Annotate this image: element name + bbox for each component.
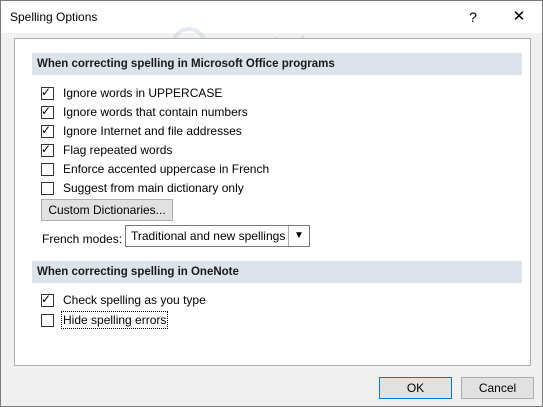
- option-flag-repeated[interactable]: ✓ Flag repeated words: [41, 142, 172, 158]
- onenote-section-header: When correcting spelling in OneNote: [32, 261, 522, 283]
- option-main-dictionary[interactable]: Suggest from main dictionary only: [41, 180, 244, 196]
- option-label: Flag repeated words: [63, 143, 173, 157]
- option-label: Hide spelling errors: [60, 311, 169, 329]
- option-label: Suggest from main dictionary only: [63, 181, 244, 195]
- option-ignore-internet[interactable]: ✓ Ignore Internet and file addresses: [41, 123, 242, 139]
- help-icon[interactable]: ?: [463, 7, 483, 27]
- checkbox[interactable]: ✓: [41, 141, 54, 157]
- checkbox[interactable]: [41, 162, 54, 176]
- title-bar: Spelling Options ? ✕: [1, 1, 542, 33]
- close-icon[interactable]: ✕: [501, 7, 537, 27]
- ok-button[interactable]: OK: [379, 377, 452, 399]
- french-modes-value: Traditional and new spellings: [131, 229, 286, 243]
- dialog-title: Spelling Options: [10, 10, 98, 24]
- checkbox[interactable]: ✓: [41, 84, 54, 100]
- checkbox[interactable]: ✓: [41, 103, 54, 119]
- checkbox[interactable]: ✓: [41, 291, 54, 307]
- checkmark-icon: ✓: [41, 122, 52, 137]
- checkmark-icon: ✓: [41, 84, 52, 99]
- option-label: Ignore Internet and file addresses: [63, 124, 242, 138]
- spelling-options-dialog: Spelling Options ? ✕ uantrimang When cor…: [0, 0, 543, 407]
- checkbox[interactable]: [41, 313, 54, 327]
- option-enforce-accented[interactable]: Enforce accented uppercase in French: [41, 161, 269, 177]
- french-modes-label: French modes:: [42, 232, 123, 246]
- option-label: Ignore words that contain numbers: [63, 105, 248, 119]
- option-ignore-numbers[interactable]: ✓ Ignore words that contain numbers: [41, 104, 248, 120]
- cancel-button[interactable]: Cancel: [461, 377, 534, 399]
- checkbox[interactable]: [41, 181, 54, 195]
- custom-dictionaries-button[interactable]: Custom Dictionaries...: [41, 199, 173, 221]
- option-label: Ignore words in UPPERCASE: [63, 86, 223, 100]
- office-section-header: When correcting spelling in Microsoft Of…: [32, 53, 522, 75]
- checkbox[interactable]: ✓: [41, 122, 54, 138]
- french-modes-select[interactable]: Traditional and new spellings ▼: [125, 225, 310, 247]
- checkmark-icon: ✓: [41, 141, 52, 156]
- checkmark-icon: ✓: [41, 103, 52, 118]
- option-label: Enforce accented uppercase in French: [63, 162, 270, 176]
- option-label: Check spelling as you type: [63, 293, 206, 307]
- chevron-down-icon[interactable]: ▼: [288, 226, 309, 246]
- options-panel: When correcting spelling in Microsoft Of…: [14, 38, 531, 366]
- option-check-spelling[interactable]: ✓ Check spelling as you type: [41, 292, 206, 308]
- checkmark-icon: ✓: [41, 291, 52, 306]
- option-hide-errors[interactable]: Hide spelling errors: [41, 311, 169, 329]
- option-ignore-uppercase[interactable]: ✓ Ignore words in UPPERCASE: [41, 85, 222, 101]
